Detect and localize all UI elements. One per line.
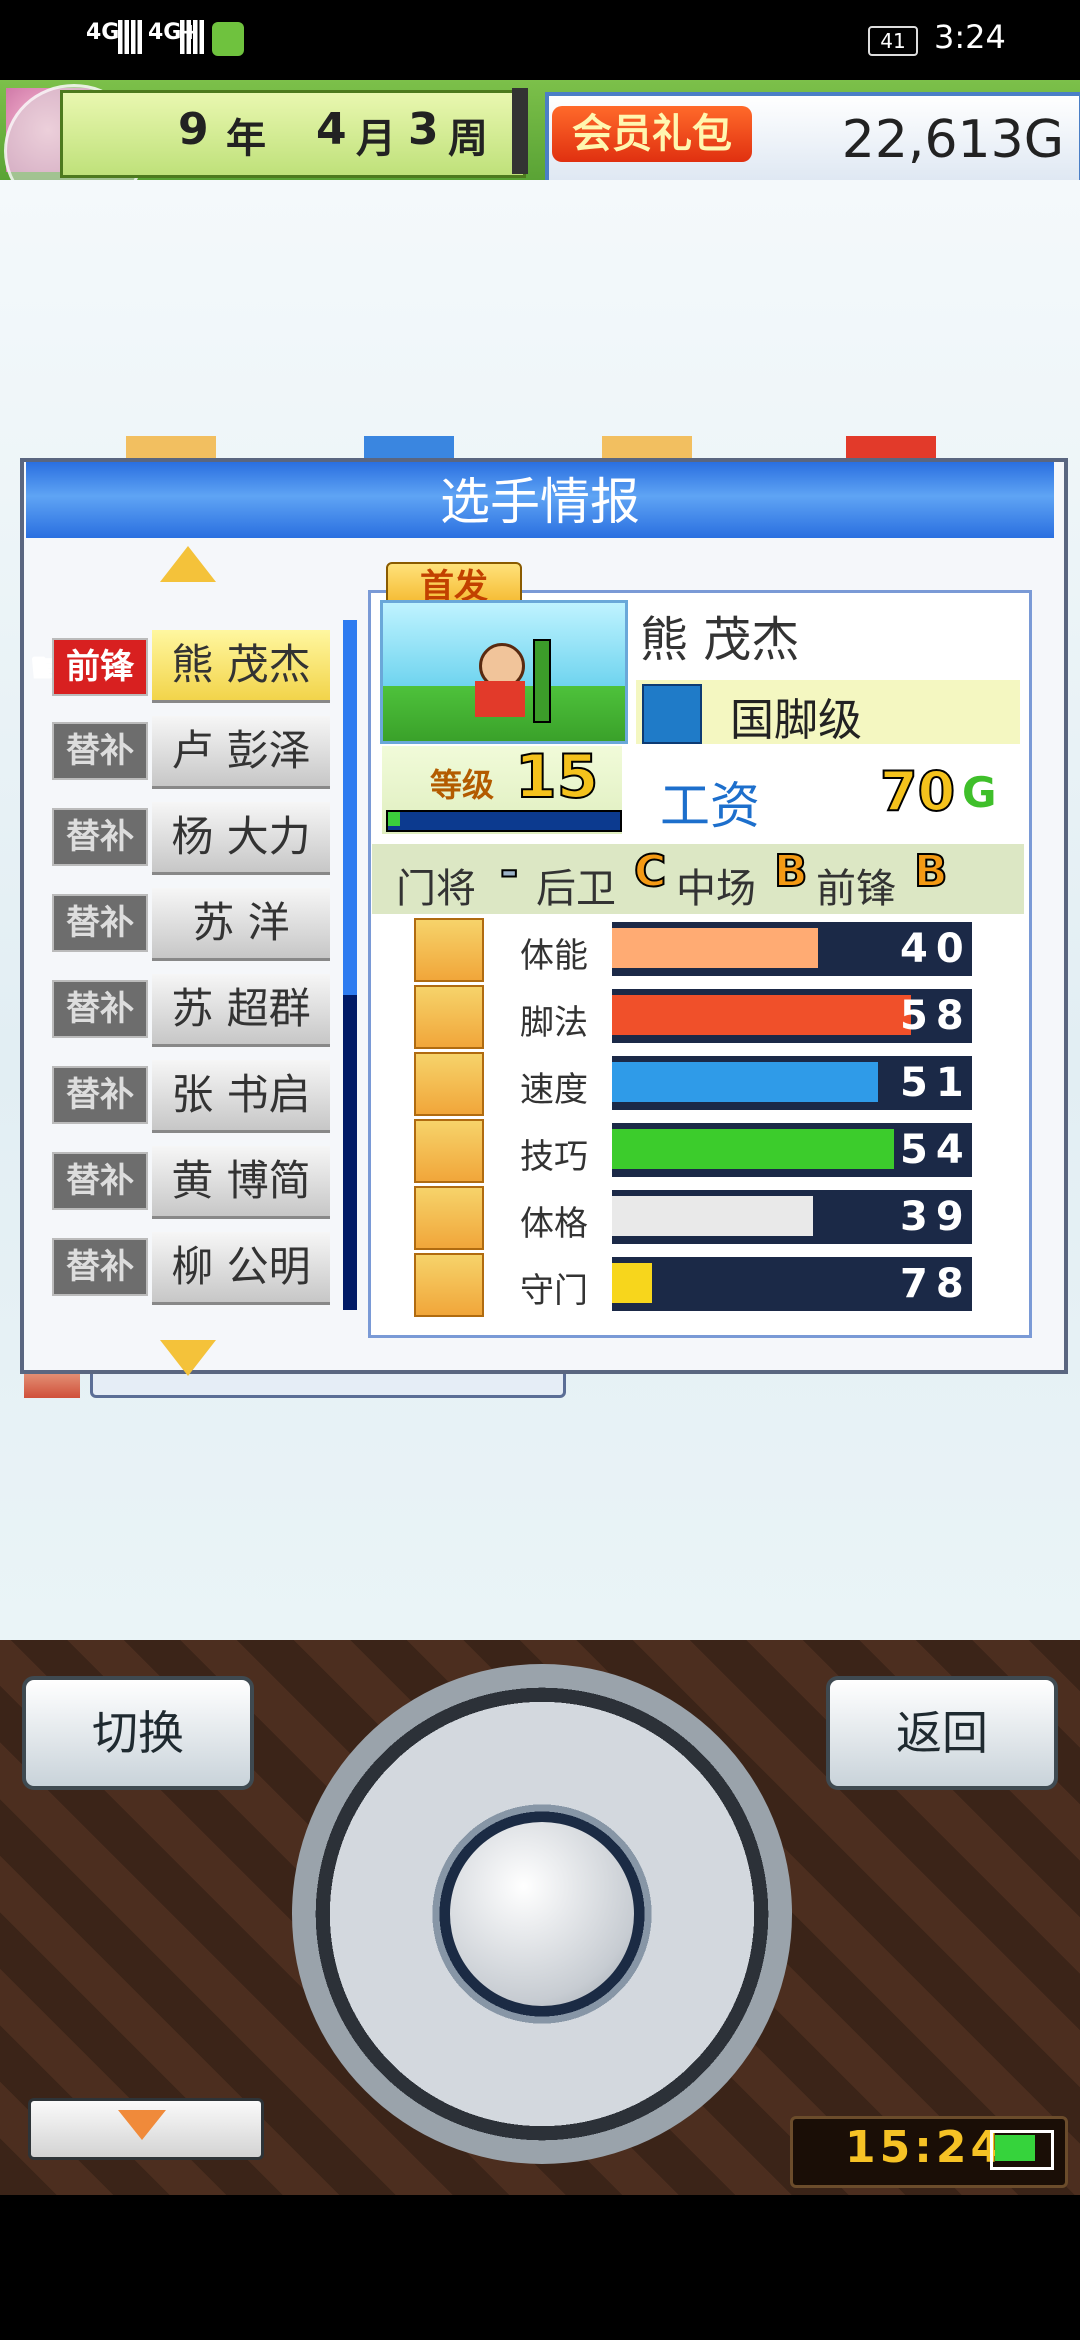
stat-value: 401 <box>900 926 1008 972</box>
position-grade: B <box>773 845 809 898</box>
stat-bar-fill <box>612 1129 894 1169</box>
chevron-down-icon <box>118 2110 166 2140</box>
player-name: 熊 茂杰 <box>640 612 800 668</box>
player-list-item[interactable]: 卢 彭泽 <box>152 716 330 789</box>
player-role-badge: 前锋 <box>52 638 148 696</box>
player-list-item[interactable]: 苏 超群 <box>152 974 330 1047</box>
player-role-badge: 替补 <box>52 980 148 1038</box>
player-role-badge: 替补 <box>52 1238 148 1296</box>
scroll-down-arrow-icon[interactable] <box>160 1340 216 1376</box>
game-clock-time: 15:24 <box>845 2122 1006 2173</box>
level-value: 15 <box>514 741 599 813</box>
week-value: 3 <box>408 104 441 155</box>
player-rank-icon <box>642 684 702 744</box>
level-label: 等级 <box>430 766 495 804</box>
dpad-center-button[interactable] <box>450 1822 634 2006</box>
battery-icon <box>414 918 484 982</box>
level-progress-fill <box>388 812 400 826</box>
year-value: 9 <box>178 104 211 155</box>
position-grade: B <box>913 845 949 898</box>
player-role-badge: 替补 <box>52 1152 148 1210</box>
runner-icon <box>414 1052 484 1116</box>
stat-value: 548 <box>900 1127 1008 1173</box>
stat-label: 速度 <box>520 1070 588 1110</box>
stat-value: 518 <box>900 1060 1008 1106</box>
header-divider <box>512 88 528 174</box>
player-list-item[interactable]: 熊 茂杰 <box>152 630 330 703</box>
stat-value: 581 <box>900 993 1008 1039</box>
signal-bars-icon <box>180 20 204 54</box>
obscured-tab <box>126 436 216 458</box>
stat-bar-fill <box>612 928 818 968</box>
player-role-badge: 替补 <box>52 722 148 780</box>
week-unit: 周 <box>448 116 490 162</box>
stat-label: 脚法 <box>520 1003 588 1043</box>
scroll-up-arrow-icon[interactable] <box>160 546 216 582</box>
salary-unit: G <box>962 768 997 817</box>
back-button[interactable]: 返回 <box>826 1676 1058 1790</box>
stat-bar-fill <box>612 1062 878 1102</box>
battery-indicator: 41 <box>868 26 918 56</box>
stat-label: 体能 <box>520 936 588 976</box>
position-grade: C <box>633 845 667 898</box>
player-rank: 国脚级 <box>730 695 862 746</box>
year-unit: 年 <box>226 116 268 162</box>
player-role-badge: 替补 <box>52 808 148 866</box>
player-list-item[interactable]: 张 书启 <box>152 1060 330 1133</box>
player-role-badge: 替补 <box>52 894 148 952</box>
scrollbar-thumb[interactable] <box>343 620 357 995</box>
stat-label: 技巧 <box>520 1137 588 1177</box>
position-label: 中场 <box>676 866 756 912</box>
obscured-tab <box>846 436 936 458</box>
position-label: 后卫 <box>536 866 616 912</box>
vip-gift-button[interactable]: 会员礼包 <box>552 106 752 162</box>
position-label: 门将 <box>396 866 476 912</box>
stat-value: 78 <box>900 1261 972 1307</box>
level-progress-bar <box>386 810 622 832</box>
salary-label: 工资 <box>660 777 760 835</box>
skill-icon <box>414 1119 484 1183</box>
muscle-icon <box>414 1186 484 1250</box>
player-list-item[interactable]: 苏 洋 <box>152 888 330 961</box>
month-value: 4 <box>316 104 349 155</box>
stat-bar-fill <box>612 995 911 1035</box>
boot-icon <box>414 985 484 1049</box>
battery-level <box>995 2135 1035 2161</box>
player-portrait <box>380 600 628 744</box>
signal-bars-icon <box>118 20 142 54</box>
player-list-item[interactable]: 柳 公明 <box>152 1232 330 1305</box>
obscured-tab <box>364 436 454 458</box>
player-list-item[interactable]: 杨 大力 <box>152 802 330 875</box>
signal-indicator-1: 4G <box>86 20 120 45</box>
month-unit: 月 <box>356 116 398 162</box>
salary-value: 70 <box>879 759 956 824</box>
app-notification-icon <box>212 22 244 56</box>
nav-bar <box>0 2195 1080 2340</box>
stat-value: 390 <box>900 1194 1008 1240</box>
money-amount: 22,613G <box>841 110 1064 170</box>
stat-bar-fill <box>612 1196 813 1236</box>
obscured-tab <box>602 436 692 458</box>
stat-label: 体格 <box>520 1204 588 1244</box>
stat-label: 守门 <box>520 1271 588 1311</box>
stat-bar-fill <box>612 1263 652 1303</box>
position-label: 前锋 <box>816 866 896 912</box>
panel-title: 选手情报 <box>440 473 640 531</box>
player-role-badge: 替补 <box>52 1066 148 1124</box>
switch-button[interactable]: 切换 <box>22 1676 254 1790</box>
status-time: 3:24 <box>934 18 1006 56</box>
glove-icon <box>414 1253 484 1317</box>
position-grade: - <box>499 845 519 898</box>
player-list-item[interactable]: 黄 博简 <box>152 1146 330 1219</box>
